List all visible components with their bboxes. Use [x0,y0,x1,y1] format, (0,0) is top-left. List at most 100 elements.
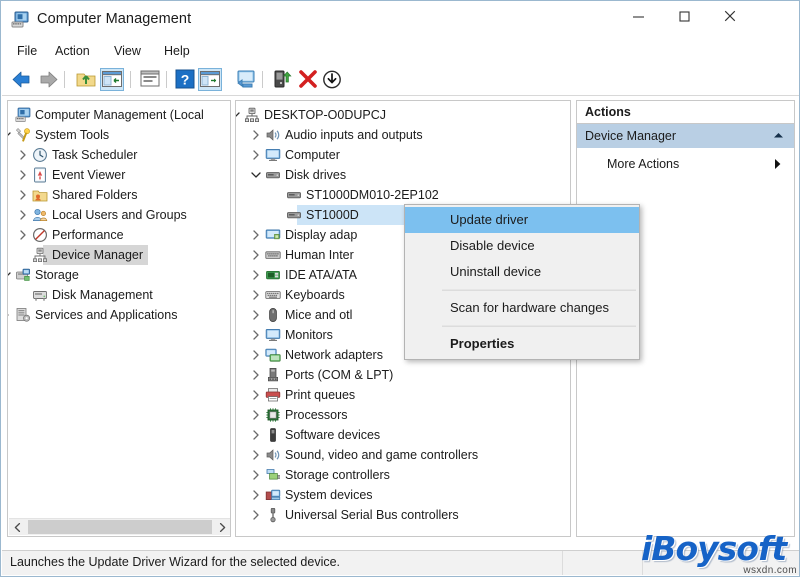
tree-row[interactable]: Audio inputs and outputs [236,125,570,145]
tree-row[interactable]: Software devices [236,425,570,445]
tree-row[interactable]: Storage controllers [236,465,570,485]
console-tree-hscrollbar[interactable] [9,518,231,535]
printer-icon [265,387,281,403]
svg-text:?: ? [181,72,190,88]
console-tree-pane[interactable]: Computer Management (LocalSystem ToolsTa… [7,100,231,537]
forward-icon[interactable] [36,68,60,91]
tree-row[interactable]: Disk Management [8,285,230,305]
chevron-right-icon[interactable] [17,225,29,245]
tree-row[interactable]: Task Scheduler [8,145,230,165]
chevron-right-icon[interactable] [250,365,262,385]
help-icon[interactable]: ? [174,68,198,91]
tree-row[interactable]: Storage [8,265,230,285]
actions-item-more-actions[interactable]: More Actions [577,153,794,175]
tree-row[interactable]: Sound, video and game controllers [236,445,570,465]
chevron-right-icon[interactable] [17,185,29,205]
tree-row[interactable]: Local Users and Groups [8,205,230,225]
menu-action[interactable]: Action [48,42,97,61]
scrollbar-thumb[interactable] [28,520,212,534]
tree-row[interactable]: Performance [8,225,230,245]
context-menu-item[interactable]: Properties [405,331,639,357]
tree-row-label: Ports (COM & LPT) [285,365,393,385]
chevron-right-icon[interactable] [250,345,262,365]
chevron-right-icon[interactable] [250,385,262,405]
uninstall-device-icon[interactable] [296,68,320,91]
monitor-icon [265,147,281,163]
tree-row[interactable]: Processors [236,405,570,425]
disk-icon [286,187,302,203]
chevron-right-icon[interactable] [250,305,262,325]
tree-row-label: Disk drives [285,165,346,185]
chevron-down-icon[interactable] [7,265,12,285]
maximize-button[interactable] [661,1,707,31]
status-bar: Launches the Update Driver Wizard for th… [2,550,799,575]
tree-row-label: Audio inputs and outputs [285,125,423,145]
scroll-left-arrow[interactable] [9,519,26,535]
tree-row[interactable]: Disk drives [236,165,570,185]
menu-view[interactable]: View [107,42,148,61]
tree-row[interactable]: Shared Folders [8,185,230,205]
show-hide-action-pane-icon[interactable] [198,68,222,91]
up-folder-icon[interactable] [74,68,98,91]
monitor-icon [265,327,281,343]
tree-row[interactable]: Event Viewer [8,165,230,185]
tree-row[interactable]: Computer [236,145,570,165]
tree-row[interactable]: Print queues [236,385,570,405]
tree-row[interactable]: Services and Applications [8,305,230,325]
back-icon[interactable] [10,68,34,91]
chevron-right-icon[interactable] [250,405,262,425]
chevron-right-icon[interactable] [250,145,262,165]
properties-icon[interactable] [138,68,162,91]
chevron-up-icon[interactable] [773,124,784,156]
chevron-right-icon[interactable] [250,245,262,265]
update-driver-icon[interactable] [270,68,294,91]
actions-group-device-manager[interactable]: Device Manager [577,124,794,148]
chevron-down-icon[interactable] [7,125,12,145]
chevron-right-icon[interactable] [250,465,262,485]
tree-row[interactable]: ST1000DM010-2EP102 [236,185,570,205]
tree-row[interactable]: Computer Management (Local [8,105,230,125]
chevron-right-icon[interactable] [17,145,29,165]
context-menu-item[interactable]: Disable device [405,233,639,259]
tree-row[interactable]: Device Manager [8,245,230,265]
tree-row-label: Computer [285,145,340,165]
display-icon[interactable] [234,68,258,91]
context-menu-item[interactable]: Update driver [405,207,639,233]
status-bar-text: Launches the Update Driver Wizard for th… [10,555,340,569]
tree-row[interactable]: DESKTOP-O0DUPCJ [236,105,570,125]
context-menu-item[interactable]: Uninstall device [405,259,639,285]
close-button[interactable] [707,1,753,31]
menu-help[interactable]: Help [157,42,197,61]
chevron-down-icon[interactable] [250,165,262,185]
tree-row[interactable]: System devices [236,485,570,505]
chevron-right-icon[interactable] [17,165,29,185]
tree-row-label: Sound, video and game controllers [285,445,478,465]
tree-row[interactable]: Ports (COM & LPT) [236,365,570,385]
device-context-menu[interactable]: Update driverDisable deviceUninstall dev… [404,204,640,360]
tree-row[interactable]: System Tools [8,125,230,145]
scroll-right-arrow[interactable] [214,519,231,535]
context-menu-item[interactable]: Scan for hardware changes [405,295,639,321]
chevron-right-icon[interactable] [250,285,262,305]
context-menu-separator [442,325,636,327]
tree-row-label: Device Manager [52,245,143,265]
scan-for-hardware-changes-icon[interactable] [320,68,344,91]
context-menu-separator [442,289,636,291]
chevron-down-icon[interactable] [235,105,241,125]
chevron-right-icon[interactable] [7,305,12,325]
chevron-right-icon[interactable] [250,505,262,525]
chevron-right-icon[interactable] [17,205,29,225]
chevron-right-icon[interactable] [250,225,262,245]
chevron-right-icon[interactable] [250,445,262,465]
tree-row[interactable]: Universal Serial Bus controllers [236,505,570,525]
chevron-right-icon[interactable] [773,153,782,184]
chevron-right-icon[interactable] [250,425,262,445]
minimize-button[interactable] [615,1,661,31]
chevron-right-icon[interactable] [250,265,262,285]
tree-row-label: Storage controllers [285,465,390,485]
chevron-right-icon[interactable] [250,485,262,505]
chevron-right-icon[interactable] [250,125,262,145]
menu-file[interactable]: File [10,42,44,61]
chevron-right-icon[interactable] [250,325,262,345]
show-hide-console-tree-icon[interactable] [100,68,124,91]
